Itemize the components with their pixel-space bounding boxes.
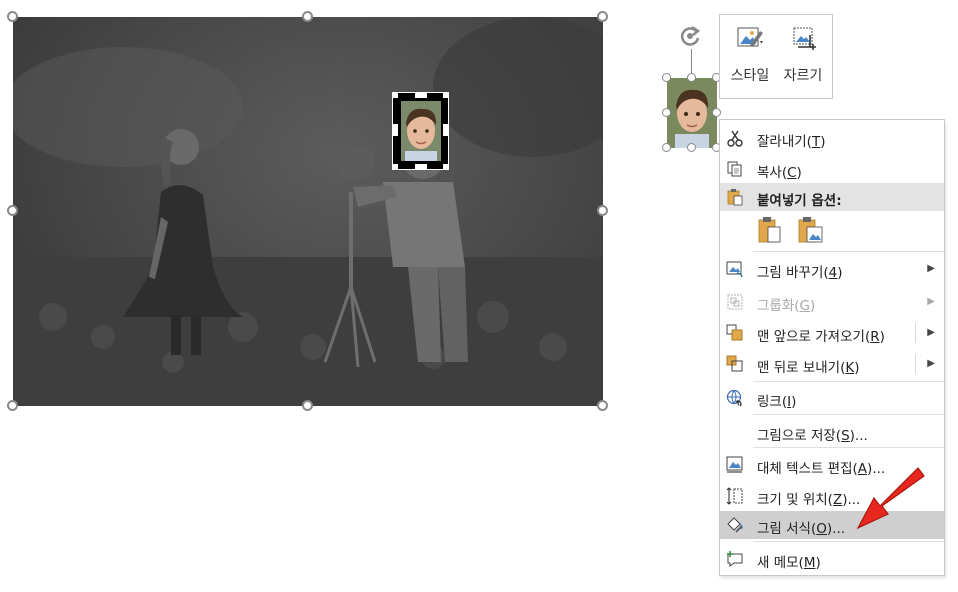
menu-item-new-comment[interactable]: 새 메모(M) [720, 545, 944, 573]
picture-style-icon [737, 27, 763, 47]
thumb-handle-left[interactable] [662, 108, 671, 117]
link-icon [726, 389, 742, 407]
menu-label-size-and-position: 크기 및 위치(Z)... [757, 492, 861, 508]
thumb-handle-right[interactable] [712, 108, 721, 117]
resize-handle-bottom-right[interactable] [597, 400, 608, 411]
crop-button[interactable]: 자르기 [776, 15, 830, 98]
resize-handle-right[interactable] [597, 205, 608, 216]
resize-handle-top-left[interactable] [7, 11, 18, 22]
submenu-arrow-icon: ▶ [927, 296, 935, 307]
menu-label-link: 링크(I) [757, 394, 797, 410]
resize-handle-bottom[interactable] [302, 400, 313, 411]
crop-icon [793, 27, 816, 50]
annotation-arrow-icon [856, 467, 925, 530]
submenu-arrow-icon[interactable]: ▶ [927, 327, 935, 338]
mini-toolbar: 스타일 자르기 [719, 14, 833, 99]
paste-icon [727, 189, 743, 206]
submenu-arrow-icon[interactable]: ▶ [927, 358, 935, 369]
menu-label-format-picture: 그림 서식(O)... [757, 521, 846, 537]
format-picture-icon [727, 517, 743, 533]
send-to-back-icon [726, 355, 743, 372]
selected-photo[interactable] [13, 17, 603, 406]
menu-item-send-to-back[interactable]: 맨 뒤로 보내기(K) ▶ [720, 350, 944, 378]
paste-as-picture-icon[interactable] [798, 216, 824, 244]
menu-label-group: 그룹화(G) [757, 298, 816, 314]
menu-item-change-picture[interactable]: 그림 바꾸기(4) ▶ [720, 255, 944, 283]
menu-label-bring-to-front: 맨 앞으로 가져오기(R) [757, 329, 885, 345]
boy-face-image [401, 101, 441, 161]
style-button[interactable]: 스타일 [724, 15, 776, 98]
resize-handle-top[interactable] [302, 11, 313, 22]
rotate-icon[interactable] [677, 23, 703, 49]
paste-keep-source-icon[interactable] [758, 216, 782, 244]
selected-thumbnail-image[interactable] [667, 78, 717, 148]
submenu-arrow-icon: ▶ [927, 263, 935, 274]
paste-options-header: 붙여넣기 옵션: [720, 183, 944, 211]
style-label: 스타일 [730, 68, 770, 84]
size-position-icon [726, 487, 743, 505]
crop-label: 자르기 [783, 68, 823, 84]
bring-to-front-icon [726, 324, 743, 341]
split-divider [915, 354, 916, 374]
thumb-handle-top-left[interactable] [662, 73, 671, 82]
menu-separator [753, 251, 944, 252]
resize-handle-top-right[interactable] [597, 11, 608, 22]
alt-text-icon [726, 456, 743, 473]
menu-separator [753, 541, 944, 542]
menu-label-send-to-back: 맨 뒤로 보내기(K) [757, 360, 860, 376]
scissors-icon [727, 130, 743, 147]
menu-item-group[interactable]: 그룹화(G) ▶ [720, 288, 944, 316]
new-comment-icon [727, 551, 743, 567]
group-icon [727, 294, 743, 310]
paste-options-label: 붙여넣기 옵션: [757, 193, 842, 209]
menu-label-change-picture: 그림 바꾸기(4) [757, 265, 843, 281]
thumb-handle-top[interactable] [687, 73, 696, 82]
menu-separator [753, 381, 944, 382]
menu-separator [753, 447, 944, 448]
thumb-handle-bottom[interactable] [687, 143, 696, 152]
split-divider [915, 323, 916, 343]
menu-item-link[interactable]: 링크(I) [720, 384, 944, 412]
menu-item-bring-to-front[interactable]: 맨 앞으로 가져오기(R) ▶ [720, 319, 944, 347]
thumb-handle-bottom-left[interactable] [662, 143, 671, 152]
change-picture-icon [726, 261, 743, 278]
copy-icon [727, 161, 742, 177]
menu-label-save-as-picture: 그림으로 저장(S)... [757, 428, 868, 444]
menu-item-cut[interactable]: 잘라내기(T) [720, 124, 944, 152]
resize-handle-left[interactable] [7, 205, 18, 216]
menu-label-new-comment: 새 메모(M) [757, 555, 821, 571]
menu-label-copy: 복사(C) [757, 165, 802, 181]
resize-handle-bottom-left[interactable] [7, 400, 18, 411]
menu-label-cut: 잘라내기(T) [757, 134, 826, 150]
menu-item-copy[interactable]: 복사(C) [720, 155, 944, 183]
crop-preview [392, 92, 449, 170]
photo-illustration [13, 17, 603, 406]
menu-item-save-as-picture[interactable]: 그림으로 저장(S)... [720, 418, 944, 446]
menu-separator [753, 414, 944, 415]
